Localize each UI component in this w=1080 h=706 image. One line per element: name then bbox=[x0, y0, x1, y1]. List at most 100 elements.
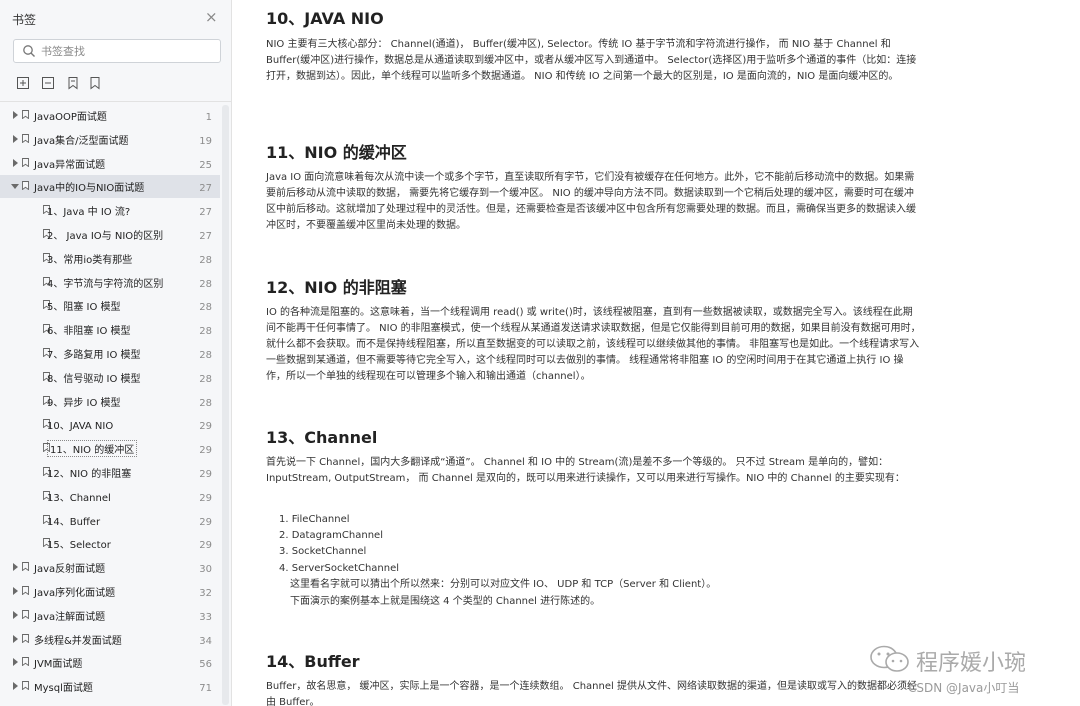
sidebar-item-label: Java异常面试题 bbox=[34, 160, 106, 171]
sidebar-item-page: 56 bbox=[199, 659, 212, 670]
document-page: 10、JAVA NIO NIO 主要有三大核心部分： Channel(通道)， … bbox=[235, 0, 1080, 706]
collapse-all-icon[interactable] bbox=[41, 76, 55, 90]
sidebar-item-page: 28 bbox=[199, 374, 212, 385]
sidebar-item[interactable]: 3、常用io类有那些 28 bbox=[0, 247, 220, 270]
sidebar-item-page: 28 bbox=[199, 255, 212, 266]
sidebar-item[interactable]: Java序列化面试题 32 bbox=[0, 580, 220, 603]
sidebar-item[interactable]: Java注解面试题 33 bbox=[0, 604, 220, 627]
bookmark-search-input[interactable] bbox=[41, 42, 211, 60]
sidebar-item-label: 多线程&并发面试题 bbox=[34, 636, 122, 647]
sidebar-item-label: 14、Buffer bbox=[47, 517, 101, 528]
chevron-right-icon[interactable] bbox=[13, 682, 18, 690]
sidebar-item-page: 29 bbox=[199, 517, 212, 528]
section-text-10: NIO 主要有三大核心部分： Channel(通道)， Buffer(缓冲区),… bbox=[266, 39, 917, 82]
sidebar-item[interactable]: JavaOOP面试题 1 bbox=[0, 104, 220, 127]
section-heading-10: 10、JAVA NIO bbox=[266, 9, 384, 28]
sidebar-item[interactable]: 7、多路复用 IO 模型 28 bbox=[0, 342, 220, 365]
sidebar-item[interactable]: 6、非阻塞 IO 模型 28 bbox=[0, 318, 220, 341]
sidebar-item[interactable]: 9、异步 IO 模型 28 bbox=[0, 390, 220, 413]
sidebar-item-label: 6、非阻塞 IO 模型 bbox=[47, 326, 131, 337]
sidebar-item-page: 29 bbox=[199, 421, 212, 432]
sidebar-item-page: 27 bbox=[199, 231, 212, 242]
wechat-icon bbox=[870, 645, 909, 672]
bookmark-icon bbox=[22, 181, 29, 190]
bookmark-icon bbox=[22, 134, 29, 143]
sidebar-item-page: 29 bbox=[199, 540, 212, 551]
sidebar-item-page: 19 bbox=[199, 136, 212, 147]
sidebar-scrollbar[interactable] bbox=[222, 105, 229, 705]
section-text-14: Buffer，故名思意， 缓冲区，实际上是一个容器，是一个连续数组。 Chann… bbox=[266, 681, 917, 706]
bookmark-icon bbox=[22, 586, 29, 595]
sidebar-item[interactable]: 12、NIO 的非阻塞 29 bbox=[0, 461, 220, 484]
sidebar-item[interactable]: 8、信号驱动 IO 模型 28 bbox=[0, 366, 220, 389]
sidebar-item[interactable]: 11、NIO 的缓冲区 29 bbox=[0, 437, 220, 460]
chevron-right-icon[interactable] bbox=[13, 587, 18, 595]
sidebar-item[interactable]: Java中的IO与NIO面试题 27 bbox=[0, 175, 220, 198]
chevron-right-icon[interactable] bbox=[13, 635, 18, 643]
sidebar-item[interactable]: JVM面试题 56 bbox=[0, 651, 220, 674]
sidebar-item-label: Java反射面试题 bbox=[34, 564, 106, 575]
bookmark-icon bbox=[22, 158, 29, 167]
sidebar-item[interactable]: 1、Java 中 IO 流? 27 bbox=[0, 199, 220, 222]
sidebar-item-label: JVM面试题 bbox=[34, 659, 83, 670]
sidebar-item[interactable]: 10、JAVA NIO 29 bbox=[0, 413, 220, 436]
sidebar-item-page: 28 bbox=[199, 326, 212, 337]
sidebar-item[interactable]: Java反射面试题 30 bbox=[0, 556, 220, 579]
expand-all-icon[interactable] bbox=[16, 76, 30, 90]
sidebar-item-page: 33 bbox=[199, 612, 212, 623]
sidebar-item-page: 29 bbox=[199, 445, 212, 456]
bookmark-icon bbox=[22, 110, 29, 119]
sidebar-item-label: 3、常用io类有那些 bbox=[47, 255, 133, 266]
sidebar-item[interactable]: Java集合/泛型面试题 19 bbox=[0, 128, 220, 151]
chevron-right-icon[interactable] bbox=[13, 111, 18, 119]
chevron-right-icon[interactable] bbox=[13, 658, 18, 666]
sidebar-item-page: 34 bbox=[199, 636, 212, 647]
bookmark-icon bbox=[22, 562, 29, 571]
sidebar-item[interactable]: 2、 Java IO与 NIO的区别 27 bbox=[0, 223, 220, 246]
chevron-right-icon[interactable] bbox=[13, 611, 18, 619]
sidebar-item-page: 71 bbox=[199, 683, 212, 694]
sidebar-item-label: 15、Selector bbox=[47, 540, 111, 551]
bookmark-icon bbox=[22, 610, 29, 619]
sidebar-item-label: Java注解面试题 bbox=[34, 612, 106, 623]
sidebar-item-label: Mysql面试题 bbox=[34, 683, 93, 694]
chevron-right-icon[interactable] bbox=[13, 159, 18, 167]
sidebar-item-label: Java中的IO与NIO面试题 bbox=[34, 183, 145, 194]
sidebar-item-label: 9、异步 IO 模型 bbox=[47, 398, 121, 409]
section-heading-13: 13、Channel bbox=[266, 428, 378, 447]
bookmark-outline-icon[interactable] bbox=[88, 76, 102, 90]
sidebar-item-page: 30 bbox=[199, 564, 212, 575]
bookmark-icon bbox=[22, 681, 29, 690]
sidebar-item[interactable]: Java异常面试题 25 bbox=[0, 152, 220, 175]
sidebar-item-label: 7、多路复用 IO 模型 bbox=[47, 350, 141, 361]
sidebar-item-label: 13、Channel bbox=[47, 493, 111, 504]
section-heading-11: 11、NIO 的缓冲区 bbox=[266, 143, 407, 162]
sidebar-item[interactable]: 14、Buffer 29 bbox=[0, 509, 220, 532]
sidebar-item-label: 1、Java 中 IO 流? bbox=[47, 207, 131, 218]
panel-title: 书签 bbox=[12, 13, 37, 27]
sidebar-item[interactable]: 13、Channel 29 bbox=[0, 485, 220, 508]
sidebar-item-page: 1 bbox=[205, 112, 212, 123]
sidebar-item-page: 32 bbox=[199, 588, 212, 599]
sidebar-item-page: 29 bbox=[199, 493, 212, 504]
sidebar-item[interactable]: 多线程&并发面试题 34 bbox=[0, 628, 220, 651]
chevron-right-icon[interactable] bbox=[13, 135, 18, 143]
sidebar-item[interactable]: Mysql面试题 71 bbox=[0, 675, 220, 698]
sidebar-item-label: 11、NIO 的缓冲区 bbox=[47, 440, 138, 457]
bookmark-icon[interactable] bbox=[66, 76, 80, 90]
chevron-right-icon[interactable] bbox=[13, 563, 18, 571]
section-heading-14: 14、Buffer bbox=[266, 652, 360, 671]
sidebar-item[interactable]: 5、阻塞 IO 模型 28 bbox=[0, 294, 220, 317]
sidebar-item-page: 28 bbox=[199, 302, 212, 313]
chevron-down-icon[interactable] bbox=[11, 184, 19, 189]
list-item: 1. FileChannel bbox=[279, 514, 350, 525]
sidebar-item-label: Java序列化面试题 bbox=[34, 588, 116, 599]
sidebar-item-page: 25 bbox=[199, 160, 212, 171]
search-icon bbox=[23, 45, 35, 57]
sidebar-item[interactable]: 4、字节流与字符流的区别 28 bbox=[0, 271, 220, 294]
list-note: 这里看名字就可以猜出个所以然来：分别可以对应文件 IO、 UDP 和 TCP（S… bbox=[290, 579, 717, 590]
list-item: 4. ServerSocketChannel bbox=[279, 563, 400, 574]
bookmark-search-box[interactable] bbox=[13, 39, 221, 63]
close-icon[interactable]: × bbox=[205, 9, 218, 25]
sidebar-item[interactable]: 15、Selector 29 bbox=[0, 532, 220, 555]
